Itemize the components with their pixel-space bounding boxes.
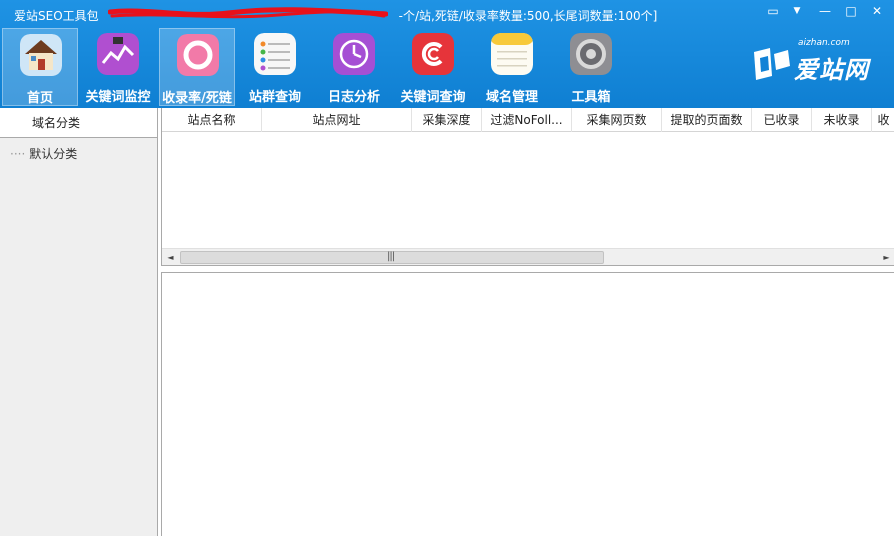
scroll-thumb[interactable]: ||| — [180, 251, 604, 264]
col-site-url[interactable]: 站点网址 — [262, 108, 412, 132]
menu-icon[interactable]: ▼ — [786, 2, 808, 20]
col-crawled-pages[interactable]: 采集网页数 — [572, 108, 662, 132]
site-grid: 站点名称 站点网址 采集深度 过滤NoFoll... 采集网页数 提取的页面数 … — [161, 108, 894, 266]
tree-item-default-category[interactable]: ···· 默认分类 — [10, 145, 77, 162]
aizhan-logo: aizhan.com 爱站网 — [750, 36, 890, 86]
tool-log-analysis[interactable]: 日志分析 — [316, 28, 392, 106]
list-icon — [254, 33, 296, 75]
ring-icon — [177, 34, 219, 76]
minimize-button[interactable]: — — [814, 2, 836, 20]
sidebar-header: 域名分类 — [0, 108, 157, 138]
detail-pane — [161, 272, 894, 536]
chart-icon — [97, 33, 139, 75]
category-sidebar: 域名分类 ···· 默认分类 — [0, 108, 158, 536]
tool-domain-manage[interactable]: 域名管理 — [474, 28, 550, 106]
tree-item-label: 默认分类 — [29, 147, 78, 161]
title-bar: 爱站SEO工具包 -个/站,死链/收录率数量:500,长尾词数量:100个] ▭ … — [0, 0, 894, 28]
scroll-right-icon[interactable]: ► — [878, 249, 894, 266]
house-icon — [20, 34, 62, 76]
tool-keyword-monitor[interactable]: 关键词监控 — [80, 28, 156, 106]
tree-connector: ···· — [10, 147, 26, 161]
chat-icon[interactable]: ▭ — [762, 2, 784, 20]
settings-icon — [570, 33, 612, 75]
maximize-button[interactable]: □ — [840, 2, 862, 20]
logo-mark — [754, 48, 790, 80]
logo-text: 爱站网 — [794, 56, 869, 84]
col-crawl-depth[interactable]: 采集深度 — [412, 108, 482, 132]
scroll-grip-icon: ||| — [387, 251, 395, 262]
tool-toolbox-label: 工具箱 — [571, 90, 611, 105]
col-index-rate[interactable]: 收 — [872, 108, 894, 132]
tool-keyword-monitor-label: 关键词监控 — [85, 90, 151, 105]
top-bar: 爱站SEO工具包 -个/站,死链/收录率数量:500,长尾词数量:100个] ▭ … — [0, 0, 894, 108]
tool-index-rate[interactable]: 收录率/死链 — [159, 28, 235, 106]
tool-toolbox[interactable]: 工具箱 — [553, 28, 629, 106]
tool-home[interactable]: 首页 — [2, 28, 78, 106]
tool-site-group[interactable]: 站群查询 — [237, 28, 313, 106]
col-indexed[interactable]: 已收录 — [752, 108, 812, 132]
close-button[interactable]: ✕ — [866, 2, 888, 20]
col-filter-nofollow[interactable]: 过滤NoFoll... — [482, 108, 572, 132]
tool-keyword-query[interactable]: 关键词查询 — [395, 28, 471, 106]
col-extracted-pages[interactable]: 提取的页面数 — [662, 108, 752, 132]
grid-header: 站点名称 站点网址 采集深度 过滤NoFoll... 采集网页数 提取的页面数 … — [162, 108, 894, 132]
col-site-name[interactable]: 站点名称 — [162, 108, 262, 132]
notes-icon — [491, 33, 533, 75]
clock-icon — [333, 33, 375, 75]
c-icon — [412, 33, 454, 75]
scroll-left-icon[interactable]: ◄ — [162, 249, 179, 266]
logo-sub: aizhan.com — [798, 38, 850, 48]
col-not-indexed[interactable]: 未收录 — [812, 108, 872, 132]
horizontal-scrollbar[interactable]: ◄ ||| ► — [162, 248, 894, 265]
app-window: 爱站SEO工具包 -个/站,死链/收录率数量:500,长尾词数量:100个] ▭ … — [0, 0, 894, 536]
window-title: 爱站SEO工具包 -个/站,死链/收录率数量:500,长尾词数量:100个] — [14, 9, 658, 23]
